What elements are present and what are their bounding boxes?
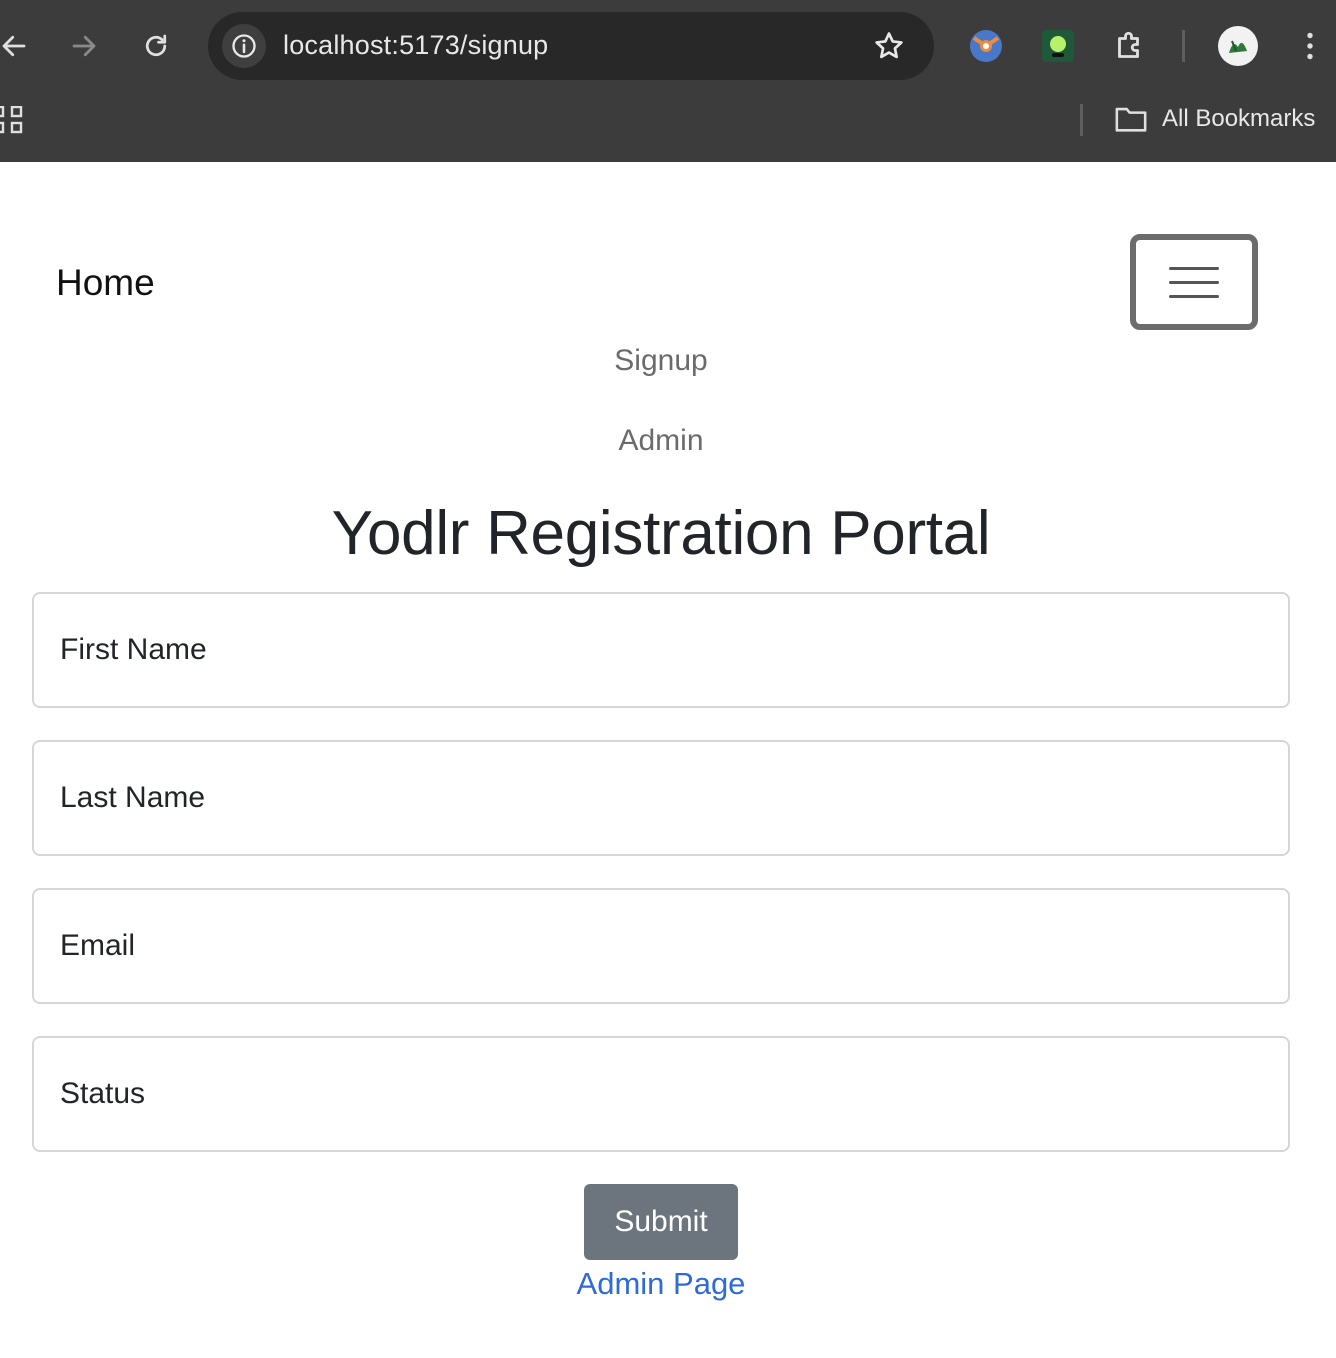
admin-page-link[interactable]: Admin Page xyxy=(0,1266,1322,1302)
address-bar[interactable]: localhost:5173/signup xyxy=(208,12,934,80)
forward-icon[interactable] xyxy=(60,22,108,70)
hamburger-icon xyxy=(1169,266,1219,298)
email-input[interactable] xyxy=(32,888,1290,1004)
bookmarks-divider xyxy=(1080,104,1083,136)
last-name-input[interactable] xyxy=(32,740,1290,856)
apps-grid-icon[interactable] xyxy=(0,106,26,134)
nav-link-signup[interactable]: Signup xyxy=(0,344,1322,378)
extensions-puzzle-icon[interactable] xyxy=(1108,24,1152,68)
all-bookmarks-button[interactable]: All Bookmarks xyxy=(1114,104,1315,134)
toolbar-divider xyxy=(1182,30,1185,62)
site-info-icon[interactable] xyxy=(222,24,266,68)
browser-chrome: localhost:5173/signup All Bookmarks xyxy=(0,0,1336,162)
profile-avatar[interactable] xyxy=(1216,24,1260,68)
browser-toolbar: localhost:5173/signup xyxy=(0,0,1336,92)
navbar-brand-home[interactable]: Home xyxy=(56,262,155,304)
all-bookmarks-label: All Bookmarks xyxy=(1162,105,1316,132)
navbar-toggler-button[interactable] xyxy=(1130,234,1258,330)
first-name-input[interactable] xyxy=(32,592,1290,708)
extension-icon-1[interactable] xyxy=(964,24,1008,68)
status-input[interactable] xyxy=(32,1036,1290,1152)
bookmark-star-icon[interactable] xyxy=(872,29,906,63)
extension-icon-2[interactable] xyxy=(1036,24,1080,68)
submit-button[interactable]: Submit xyxy=(584,1184,738,1260)
page-content: Home Signup Admin Yodlr Registration Por… xyxy=(0,162,1336,1358)
back-icon[interactable] xyxy=(0,22,38,70)
nav-link-admin[interactable]: Admin xyxy=(0,424,1322,458)
page-title: Yodlr Registration Portal xyxy=(331,499,991,568)
folder-icon xyxy=(1115,107,1147,132)
browser-menu-icon[interactable] xyxy=(1288,24,1332,68)
reload-icon[interactable] xyxy=(132,22,180,70)
address-url: localhost:5173/signup xyxy=(283,30,549,60)
